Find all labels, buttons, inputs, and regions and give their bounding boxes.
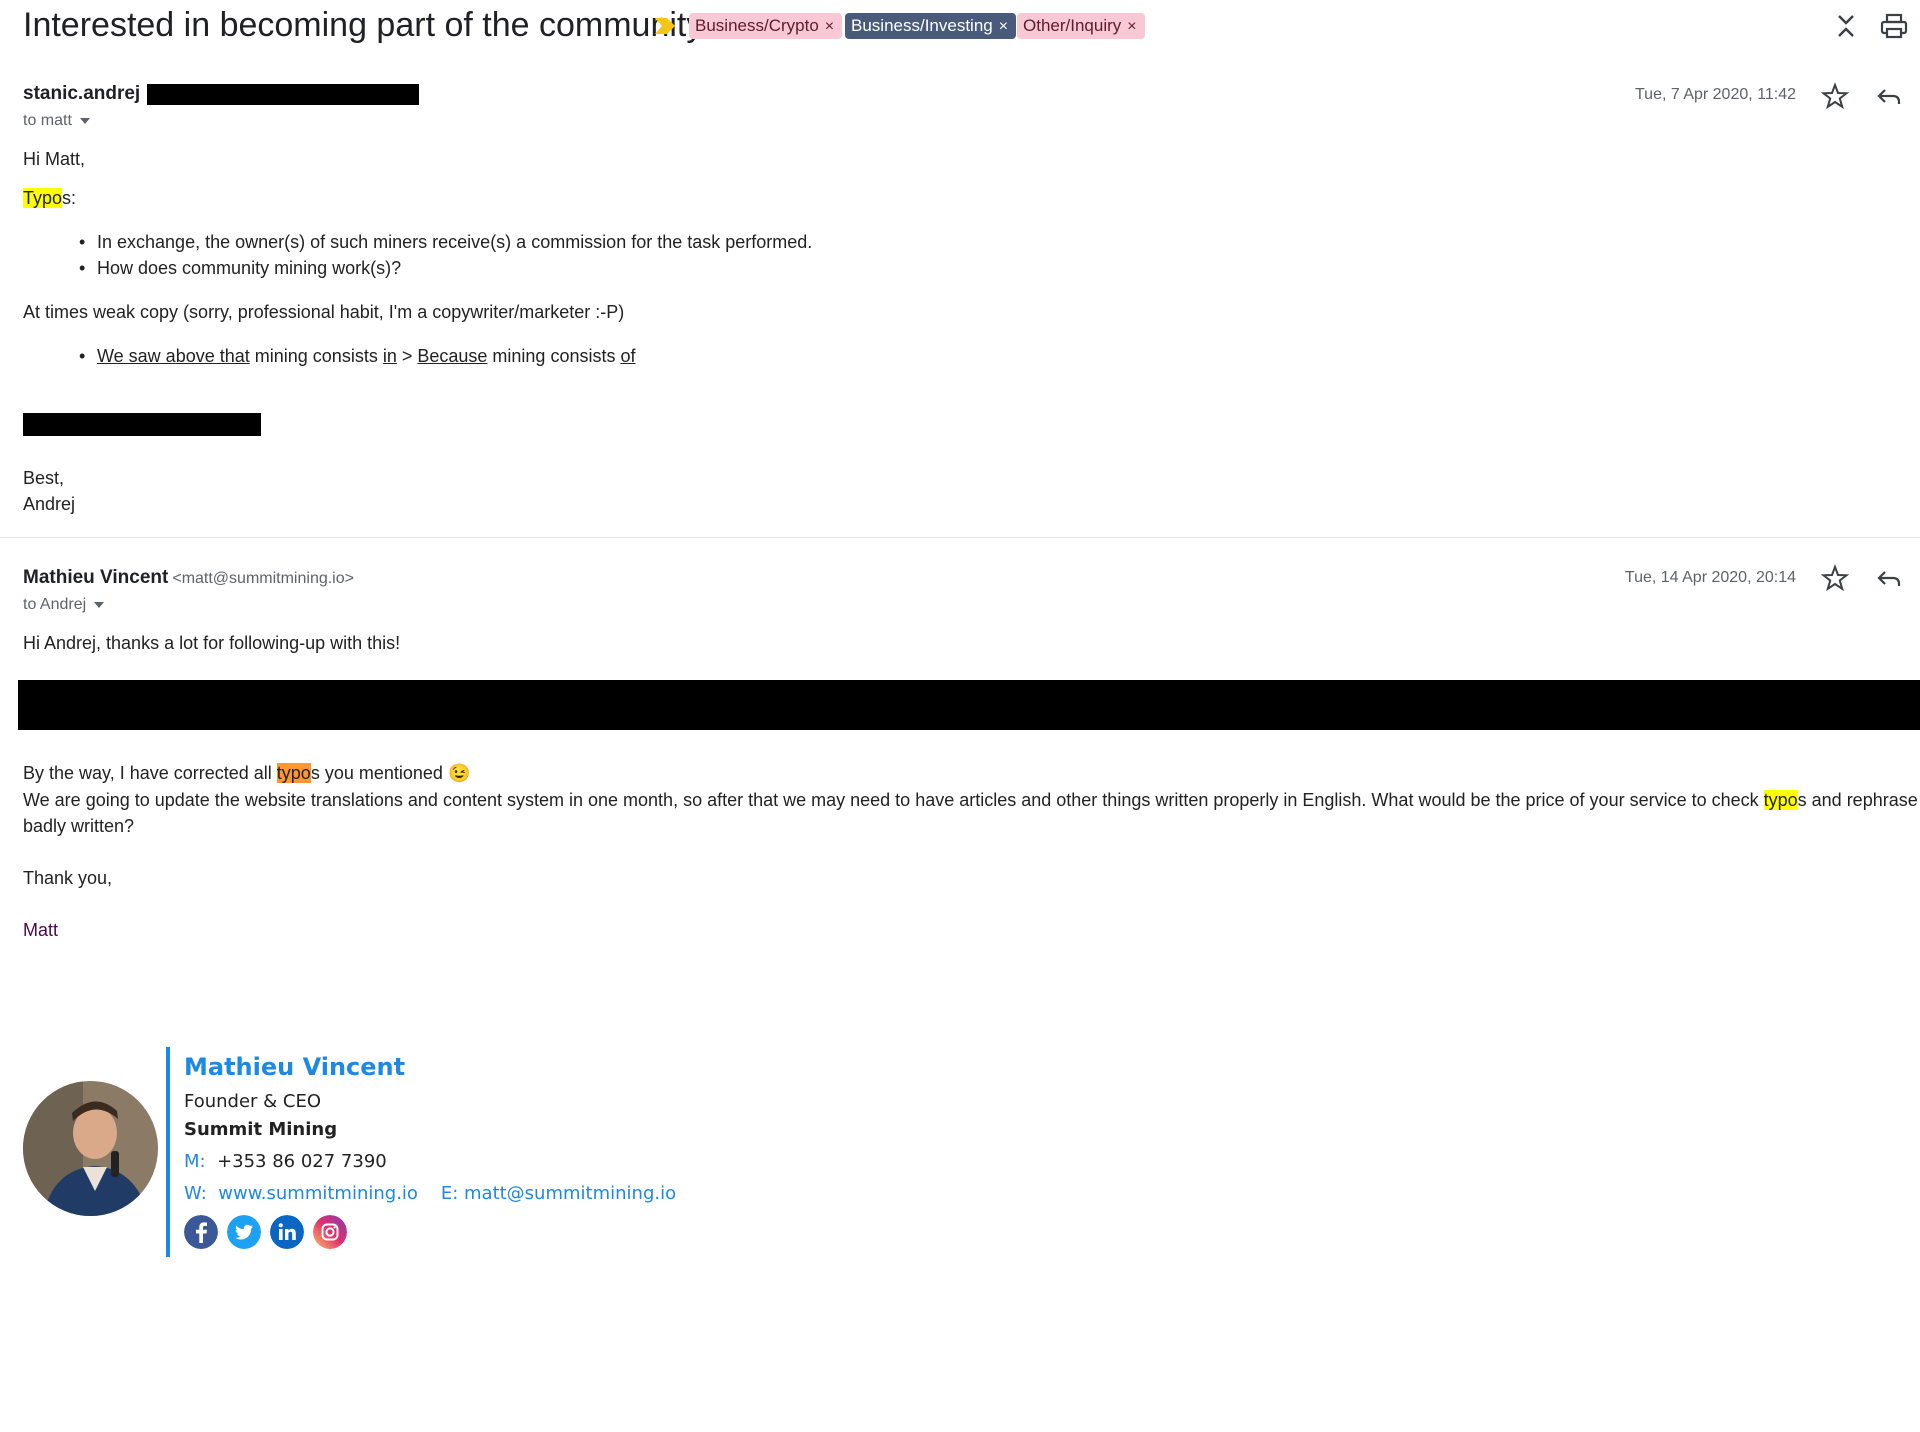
search-highlight: typo [276, 763, 311, 783]
twitter-icon[interactable] [227, 1215, 261, 1249]
closing: Thank you, [23, 868, 113, 888]
reply-icon[interactable] [1874, 81, 1904, 111]
signature-company: Summit Mining [184, 1119, 338, 1140]
message-divider [0, 537, 1920, 538]
list-item: How does community mining work(s)? [79, 258, 401, 279]
label-other-inquiry[interactable]: Other/Inquiry × [1017, 13, 1145, 39]
facebook-icon[interactable] [184, 1215, 218, 1249]
label-text: Business/Crypto [695, 16, 819, 35]
linkedin-icon[interactable] [270, 1215, 304, 1249]
typos-heading: Typos: [23, 188, 76, 209]
chevron-down-icon [94, 601, 105, 608]
signature-title: Founder & CEO [184, 1091, 322, 1112]
list-item: We saw above that mining consists in > B… [79, 346, 635, 367]
recipient-label: to Andrej [23, 596, 87, 613]
email-subject: Interested in becoming part of the commu… [23, 6, 704, 44]
sender-signoff: Matt [23, 920, 59, 940]
phone-number[interactable]: +353 86 027 7390 [217, 1151, 387, 1172]
wink-emoji: 😉 [447, 763, 471, 783]
reply-icon[interactable] [1874, 563, 1904, 593]
star-icon[interactable] [1820, 563, 1850, 593]
email-link[interactable]: matt@summitmining.io [464, 1183, 676, 1204]
redacted-block [18, 680, 1920, 730]
collapse-all-icon[interactable] [1831, 11, 1861, 41]
sender-name[interactable]: stanic.andrej [23, 83, 140, 105]
website-link[interactable]: www.summitmining.io [218, 1183, 418, 1204]
label-text: Other/Inquiry [1023, 16, 1122, 35]
sender-name[interactable]: Mathieu Vincent <matt@summitmining.io> [23, 567, 354, 589]
remove-label-icon[interactable]: × [825, 18, 834, 35]
redacted-block [23, 413, 261, 436]
sender-signoff: Andrej [23, 494, 76, 514]
greeting: Hi Matt, [23, 149, 86, 169]
label-business-investing[interactable]: Business/Investing × [845, 13, 1017, 39]
remove-label-icon[interactable]: × [1127, 18, 1136, 35]
label-business-crypto[interactable]: Business/Crypto × [689, 13, 843, 39]
message-date: Tue, 7 Apr 2020, 11:42 [1634, 86, 1796, 103]
update-note: We are going to update the website trans… [23, 790, 1920, 810]
message-date: Tue, 14 Apr 2020, 20:14 [1624, 569, 1796, 586]
recipient-label: to matt [23, 112, 72, 129]
recipient-dropdown[interactable]: to Andrej [23, 596, 105, 614]
star-icon[interactable] [1820, 81, 1850, 111]
search-highlight: Typo [23, 188, 63, 208]
typos-heading-rest: s: [62, 188, 77, 208]
signature-mobile: M: +353 86 027 7390 [184, 1151, 387, 1172]
chevron-down-icon [79, 117, 90, 124]
redacted-sender-email [147, 84, 419, 105]
weak-copy-note: At times weak copy (sorry, professional … [23, 302, 625, 322]
list-item: In exchange, the owner(s) of such miners… [79, 232, 812, 253]
remove-label-icon[interactable]: × [999, 18, 1008, 35]
corrected-note: By the way, I have corrected all typos y… [23, 763, 471, 783]
label-text: Business/Investing [851, 16, 993, 35]
avatar [23, 1081, 158, 1216]
signature-web-email: W: www.summitmining.io E: matt@summitmin… [184, 1183, 677, 1204]
update-note-line2: badly written? [23, 816, 135, 836]
sender-email: <matt@summitmining.io> [172, 570, 354, 587]
greeting: Hi Andrej, thanks a lot for following-up… [23, 633, 401, 653]
search-highlight: typo [1763, 790, 1798, 810]
signature-name: Mathieu Vincent [184, 1053, 406, 1081]
signature-divider [166, 1047, 170, 1257]
print-icon[interactable] [1879, 11, 1909, 41]
closing: Best, [23, 468, 65, 488]
instagram-icon[interactable] [313, 1215, 347, 1249]
recipient-dropdown[interactable]: to matt [23, 112, 90, 130]
importance-marker-icon[interactable] [653, 16, 677, 36]
